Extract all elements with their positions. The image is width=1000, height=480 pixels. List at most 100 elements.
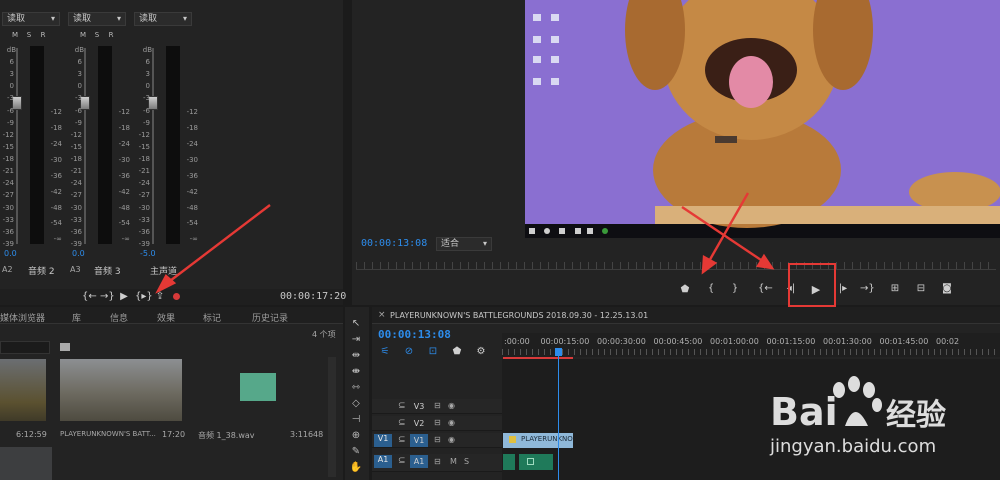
- mark-in-icon[interactable]: {: [704, 283, 718, 294]
- export-frame-icon[interactable]: ◙: [940, 283, 954, 294]
- tab-media-browser[interactable]: 媒体浏览器: [0, 311, 45, 324]
- eye-icon[interactable]: ◉: [448, 401, 455, 410]
- sync-lock-icon[interactable]: ⊟: [434, 418, 441, 427]
- channel-name: 音频 3: [94, 267, 121, 277]
- slip-tool-icon[interactable]: ⊣: [349, 414, 363, 426]
- mute-button[interactable]: M: [78, 30, 88, 40]
- automation-read-select[interactable]: 读取: [2, 12, 60, 26]
- timeline-timecode[interactable]: 00:00:13:08: [378, 328, 451, 341]
- meter-scale-tick: -48: [186, 203, 198, 212]
- playhead-line: [558, 355, 559, 480]
- sync-lock-icon[interactable]: ⊟: [434, 401, 441, 410]
- extract-icon[interactable]: ⊟: [914, 283, 928, 294]
- mute-button[interactable]: M: [10, 30, 20, 40]
- solo-button[interactable]: S: [24, 30, 34, 40]
- add-marker-icon[interactable]: ⬟: [678, 284, 692, 295]
- track-area[interactable]: [502, 359, 1000, 480]
- track-solo-button[interactable]: S: [464, 457, 469, 466]
- wrench-icon[interactable]: ⚙: [474, 346, 488, 357]
- go-to-in-icon[interactable]: {←: [758, 283, 773, 294]
- record-enable-button[interactable]: R: [38, 30, 48, 40]
- project-thumbnail[interactable]: [60, 359, 182, 421]
- sync-lock-icon[interactable]: ⊟: [434, 435, 441, 444]
- mark-out-icon[interactable]: }: [728, 283, 742, 294]
- lock-icon[interactable]: ⊆: [398, 401, 406, 411]
- track-select-tool-icon[interactable]: ⇥: [349, 334, 363, 346]
- project-scrollbar[interactable]: [328, 357, 336, 477]
- meter-scale-tick: -54: [50, 219, 62, 228]
- project-search-input[interactable]: [0, 341, 50, 354]
- automation-read-select[interactable]: 读取: [68, 12, 126, 26]
- channel-name: 音频 2: [28, 267, 55, 277]
- linked-selection-icon[interactable]: ⊘: [402, 346, 416, 357]
- record-icon[interactable]: [173, 293, 180, 300]
- audio-waveform-thumbnail[interactable]: [240, 373, 276, 401]
- tab-libraries[interactable]: 库: [72, 311, 81, 324]
- track-header[interactable]: V1 ⊆ V1 ⊟ ◉: [372, 433, 502, 448]
- lock-icon[interactable]: ⊆: [398, 456, 406, 466]
- solo-button[interactable]: S: [92, 30, 102, 40]
- program-timecode[interactable]: 00:00:13:08: [361, 238, 427, 249]
- automation-read-select[interactable]: 读取: [134, 12, 192, 26]
- db-scale-tick: -33: [70, 215, 82, 224]
- meter-scale-tick: -30: [50, 155, 62, 164]
- selection-tool-icon[interactable]: ↖: [349, 318, 363, 330]
- record-enable-button[interactable]: R: [106, 30, 116, 40]
- track-header[interactable]: ⊆ V2 ⊟ ◉: [372, 416, 502, 431]
- go-to-in-icon[interactable]: {←: [82, 291, 97, 302]
- rolling-edit-tool-icon[interactable]: ⇼: [349, 366, 363, 378]
- zoom-fit-select[interactable]: 适合: [436, 237, 492, 251]
- lift-icon[interactable]: ⊞: [888, 283, 902, 294]
- hand-tool-icon[interactable]: ✋: [349, 462, 363, 474]
- db-scale-tick: -21: [138, 167, 150, 176]
- track-name[interactable]: V2: [410, 417, 428, 430]
- audio-clip[interactable]: [519, 454, 553, 470]
- track-name[interactable]: V1: [410, 434, 428, 447]
- nest-icon[interactable]: ⊡: [426, 346, 440, 357]
- track-name[interactable]: V3: [410, 400, 428, 413]
- loop-icon[interactable]: ⇪: [153, 291, 167, 302]
- channel-id: A2: [2, 265, 13, 274]
- go-to-out-icon[interactable]: →}: [860, 283, 875, 294]
- db-scale-tick: -9: [143, 118, 150, 127]
- rate-stretch-tool-icon[interactable]: ⇿: [349, 382, 363, 394]
- track-mute-button[interactable]: M: [450, 457, 457, 466]
- eye-icon[interactable]: ◉: [448, 435, 455, 444]
- sequence-tab[interactable]: PLAYERUNKNOWN'S BATTLEGROUNDS 2018.09.30…: [390, 311, 648, 320]
- project-thumbnail[interactable]: [0, 359, 46, 421]
- go-to-out-icon[interactable]: →}: [100, 291, 115, 302]
- db-unit-label: dB: [74, 46, 84, 54]
- sync-lock-icon[interactable]: ⊟: [434, 457, 441, 466]
- meter-scale-tick: -12: [50, 108, 62, 116]
- audio-meter: [98, 46, 112, 244]
- tab-effects[interactable]: 效果: [157, 311, 175, 324]
- step-forward-icon[interactable]: |▸: [836, 283, 850, 294]
- track-name[interactable]: A1: [410, 455, 428, 468]
- program-time-ruler[interactable]: [356, 262, 996, 270]
- source-patch[interactable]: V1: [374, 434, 392, 447]
- track-header[interactable]: ⊆ V3 ⊟ ◉: [372, 399, 502, 414]
- tab-markers[interactable]: 标记: [203, 311, 221, 324]
- play-in-to-out-icon[interactable]: {▸}: [135, 291, 153, 302]
- close-tab-button[interactable]: ×: [378, 310, 386, 320]
- video-clip[interactable]: PLAYERUNKNO: [503, 433, 573, 448]
- snap-icon[interactable]: ⚟: [378, 346, 392, 357]
- eye-icon[interactable]: ◉: [448, 418, 455, 427]
- razor-tool-icon[interactable]: ◇: [349, 398, 363, 410]
- source-patch[interactable]: A1: [374, 455, 392, 468]
- track-header[interactable]: A1 ⊆ A1 ⊟ M S: [372, 454, 502, 472]
- folder-icon[interactable]: [60, 343, 70, 351]
- play-icon[interactable]: ▶: [117, 291, 131, 302]
- pen-tool-icon[interactable]: ✎: [349, 446, 363, 458]
- play-icon[interactable]: ▶: [809, 283, 823, 296]
- ripple-edit-tool-icon[interactable]: ⇹: [349, 350, 363, 362]
- tab-info[interactable]: 信息: [110, 311, 128, 324]
- lock-icon[interactable]: ⊆: [398, 435, 406, 445]
- project-thumbnail[interactable]: [0, 447, 52, 480]
- audio-clip[interactable]: [503, 454, 515, 470]
- add-marker-icon[interactable]: ⬟: [450, 346, 464, 357]
- lock-icon[interactable]: ⊆: [398, 418, 406, 428]
- tab-history[interactable]: 历史记录: [252, 311, 288, 324]
- item-count: 4 个项: [312, 330, 336, 339]
- slide-tool-icon[interactable]: ⊕: [349, 430, 363, 442]
